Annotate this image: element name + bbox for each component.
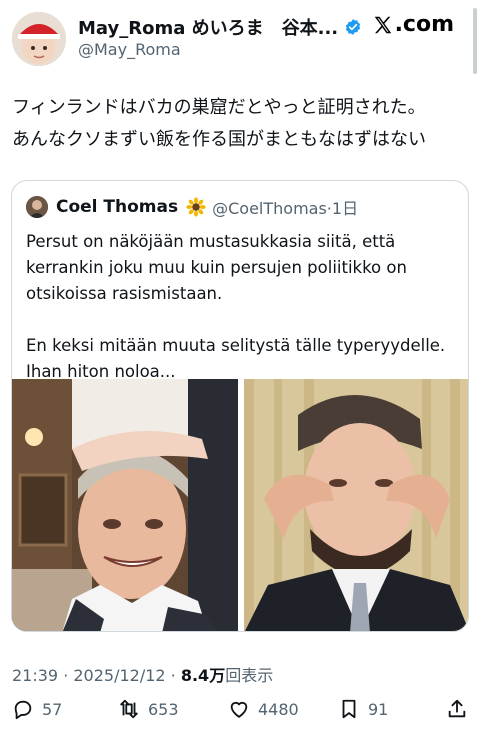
like-count: 4480 — [258, 699, 299, 719]
tweet-meta: 21:39 · 2025/12/12 · 8.4万回表示 — [12, 662, 273, 686]
author-handle[interactable]: @May_Roma — [78, 40, 181, 59]
quoted-text-line: Persut on näköjään mustasukkasia siitä, … — [26, 232, 396, 251]
tweet-text: フィンランドはバカの巣窟だとやっと証明された。 あんなクソまずい飯を作る国がまと… — [12, 92, 472, 156]
tweet-timestamp[interactable]: 21:39 · 2025/12/12 · — [12, 666, 181, 685]
x-logo-text: .com — [394, 12, 454, 37]
quoted-author-handle-date[interactable]: @CoelThomas·1日 — [212, 195, 358, 219]
quoted-photo-left[interactable] — [12, 379, 238, 631]
tweet-text-line: あんなクソまずい飯を作る国がまともなはずはない — [12, 129, 426, 150]
tweet-actions: 57 653 4480 91 — [0, 698, 480, 728]
quoted-tweet-card[interactable]: Coel Thomas @CoelThomas·1日 Persut on näk… — [11, 180, 469, 632]
quoted-tweet-header: Coel Thomas @CoelThomas·1日 — [26, 195, 358, 219]
quoted-author-name[interactable]: Coel Thomas — [56, 197, 178, 217]
verified-badge-icon — [346, 19, 361, 35]
reply-icon — [14, 700, 32, 720]
quoted-text-line: otsikoissa rasismistaan. — [26, 284, 223, 303]
share-button[interactable] — [446, 698, 468, 720]
reply-button[interactable]: 57 — [12, 698, 62, 720]
author-name-row: May_Roma めいろま 谷本... — [78, 14, 362, 40]
x-logo-icon — [374, 16, 391, 33]
author-display-name[interactable]: May_Roma めいろま 谷本... — [78, 14, 338, 40]
repost-button[interactable]: 653 — [118, 698, 179, 720]
tweet-text-line: フィンランドはバカの巣窟だとやっと証明された。 — [12, 97, 426, 118]
quoted-text-line: En keksi mitään muuta selitystä tälle ty… — [26, 336, 446, 355]
like-icon — [230, 701, 248, 718]
bookmark-count: 91 — [368, 699, 389, 719]
sunflower-icon — [186, 197, 206, 217]
edge-scrollbar[interactable] — [473, 8, 477, 74]
view-count: 8.4万 — [180, 666, 226, 685]
bookmark-button[interactable]: 91 — [338, 698, 388, 720]
quoted-tweet-text: Persut on näköjään mustasukkasia siitä, … — [26, 229, 462, 385]
like-button[interactable]: 4480 — [228, 698, 299, 720]
repost-count: 653 — [148, 699, 179, 719]
bookmark-icon — [342, 699, 356, 719]
tweet-header: May_Roma めいろま 谷本... @May_Roma .com — [0, 0, 480, 80]
view-count-label: 回表示 — [225, 666, 274, 685]
quoted-text-line: kerrankin joku muu kuin persujen poliiti… — [26, 258, 407, 277]
quoted-author-avatar[interactable] — [26, 196, 48, 218]
share-icon — [448, 699, 466, 718]
author-avatar[interactable] — [12, 12, 66, 66]
repost-icon — [120, 699, 138, 719]
reply-count: 57 — [42, 699, 63, 719]
x-logo: .com — [372, 12, 454, 37]
quoted-photo-right[interactable] — [244, 379, 468, 631]
